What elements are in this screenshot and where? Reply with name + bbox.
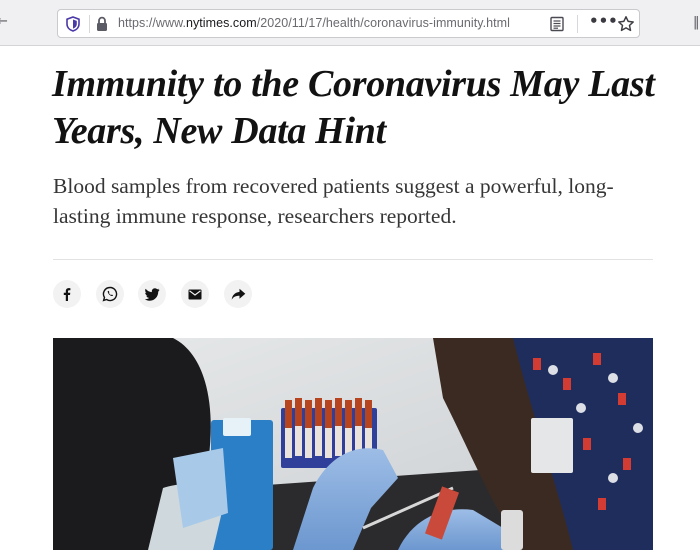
whatsapp-icon — [102, 286, 118, 302]
share-arrow-icon — [231, 288, 245, 300]
email-icon — [188, 289, 202, 299]
tracking-shield-icon[interactable] — [66, 16, 80, 32]
facebook-share-button[interactable] — [53, 280, 81, 308]
whatsapp-share-button[interactable] — [96, 280, 124, 308]
lead-photo-image — [53, 338, 653, 550]
url-domain: nytimes.com — [185, 16, 257, 30]
lock-icon[interactable] — [95, 16, 109, 32]
urlbar-separator — [577, 15, 578, 33]
url-text[interactable]: https://www.nytimes.com/2020/11/17/healt… — [118, 16, 510, 30]
urlbar-separator — [89, 15, 90, 33]
divider — [53, 259, 653, 260]
facebook-icon — [63, 288, 71, 301]
reader-view-icon[interactable] — [549, 16, 565, 32]
email-share-button[interactable] — [181, 280, 209, 308]
article-summary: Blood samples from recovered patients su… — [53, 174, 614, 228]
bookmark-star-icon[interactable] — [617, 15, 635, 33]
twitter-icon — [144, 287, 159, 301]
extensions-icon[interactable]: ‖ — [693, 15, 700, 30]
page-actions-icon[interactable]: ••• — [589, 12, 618, 30]
twitter-share-button[interactable] — [138, 280, 166, 308]
article-headline: Immunity to the Coronavirus May Last Yea… — [52, 63, 655, 152]
more-share-button[interactable] — [224, 280, 252, 308]
browser-toolbar: ← https://www.nytimes.com/2020/11/17/hea… — [0, 0, 700, 46]
address-bar[interactable]: https://www.nytimes.com/2020/11/17/healt… — [57, 9, 640, 38]
back-arrow-icon[interactable]: ← — [0, 15, 8, 29]
lead-photo — [53, 338, 653, 550]
